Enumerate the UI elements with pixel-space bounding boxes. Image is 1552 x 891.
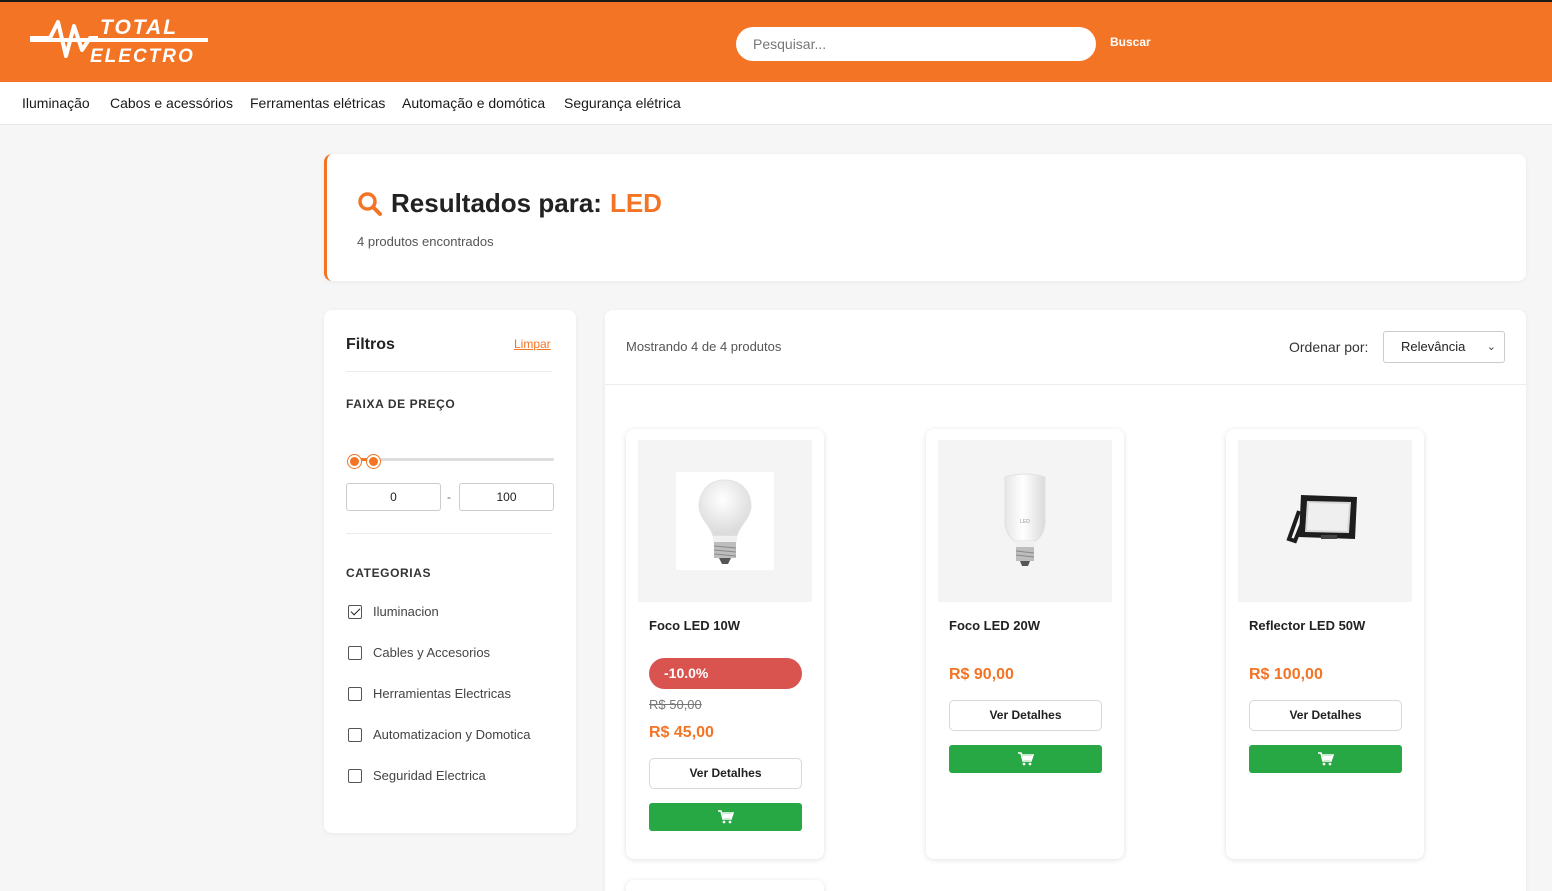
top-header: TOTAL ELECTRO Buscar <box>0 0 1552 82</box>
checkbox-checked[interactable] <box>348 604 362 619</box>
category-filter-automatizacion[interactable]: Automatizacion y Domotica <box>348 727 531 742</box>
product-name[interactable]: Foco LED 10W <box>649 618 740 633</box>
discount-badge: -10.0% <box>649 658 802 689</box>
add-to-cart-button[interactable] <box>649 803 802 831</box>
svg-text:TOTAL: TOTAL <box>100 16 178 39</box>
view-details-button[interactable]: Ver Detalhes <box>949 700 1102 731</box>
price-slider-max-handle[interactable] <box>367 455 380 468</box>
results-term: LED <box>609 188 662 218</box>
nav-item-seguranca[interactable]: Segurança elétrica <box>564 95 681 111</box>
search-icon <box>358 191 382 216</box>
product-image[interactable] <box>1238 440 1412 602</box>
search-button[interactable]: Buscar <box>1110 35 1151 49</box>
category-label: Cables y Accesorios <box>373 645 491 660</box>
price-slider-min-handle[interactable] <box>348 455 361 468</box>
category-filter-seguridad[interactable]: Seguridad Electrica <box>348 768 486 783</box>
product-card[interactable]: Foco LED 10W -10.0% R$ 50,00 R$ 45,00 Ve… <box>626 429 824 859</box>
checkbox[interactable] <box>348 727 362 742</box>
nav-item-iluminacao[interactable]: Iluminação <box>22 95 90 111</box>
clear-filters-link[interactable]: Limpar <box>514 337 551 351</box>
cart-icon <box>1317 752 1334 766</box>
price-separator: - <box>447 490 451 504</box>
product-card[interactable] <box>626 880 824 891</box>
results-label: Resultados para: <box>391 188 602 218</box>
view-details-button[interactable]: Ver Detalhes <box>649 758 802 789</box>
category-filter-iluminacion[interactable]: Iluminacion <box>348 604 439 619</box>
product-price: R$ 45,00 <box>649 724 714 741</box>
checkbox[interactable] <box>348 686 362 701</box>
price-min-input[interactable] <box>346 483 441 511</box>
bulb-image <box>698 479 752 564</box>
svg-text:LED: LED <box>1020 519 1030 525</box>
cart-icon <box>1017 752 1034 766</box>
product-name[interactable]: Foco LED 20W <box>949 618 1040 633</box>
product-price: R$ 90,00 <box>949 666 1014 683</box>
product-name[interactable]: Reflector LED 50W <box>1249 618 1365 633</box>
products-panel: Mostrando 4 de 4 produtos Ordenar por: R… <box>605 310 1526 891</box>
product-image[interactable]: LED <box>938 440 1112 602</box>
total-electro-logo[interactable]: TOTAL ELECTRO <box>28 12 210 66</box>
results-title: Resultados para: LED <box>357 188 662 219</box>
divider <box>605 384 1526 385</box>
nav-item-ferramentas[interactable]: Ferramentas elétricas <box>250 95 385 111</box>
chevron-down-icon: ⌄ <box>1486 341 1496 353</box>
category-label: Automatizacion y Domotica <box>373 727 531 742</box>
old-price: R$ 50,00 <box>649 697 702 712</box>
category-label: Seguridad Electrica <box>373 768 486 783</box>
floodlight-image <box>1286 495 1357 544</box>
nav-item-cabos[interactable]: Cabos e acessórios <box>110 95 233 111</box>
view-details-button[interactable]: Ver Detalhes <box>1249 700 1402 731</box>
sort-value: Relevância <box>1401 339 1466 354</box>
divider <box>346 533 552 534</box>
cart-icon <box>717 810 734 824</box>
sort-select[interactable]: Relevância ⌄ <box>1383 331 1505 363</box>
category-label: Iluminacion <box>373 604 439 619</box>
nav-item-automacao[interactable]: Automação e domótica <box>402 95 545 111</box>
category-label: Herramientas Electricas <box>373 686 511 701</box>
product-card[interactable]: Reflector LED 50W R$ 100,00 Ver Detalhes <box>1226 429 1424 859</box>
checkbox[interactable] <box>348 645 362 660</box>
sort-label: Ordenar por: <box>1289 339 1369 355</box>
product-card[interactable]: LED Foco LED 20W R$ 90,00 Ver Detalhes <box>926 429 1124 859</box>
product-image[interactable] <box>638 440 812 602</box>
category-filter-cables[interactable]: Cables y Accesorios <box>348 645 490 660</box>
filters-title: Filtros <box>346 336 395 353</box>
categories-title: CATEGORIAS <box>346 566 432 580</box>
results-count: 4 produtos encontrados <box>357 234 494 249</box>
product-price: R$ 100,00 <box>1249 666 1323 683</box>
divider <box>346 371 552 372</box>
category-filter-herramientas[interactable]: Herramientas Electricas <box>348 686 511 701</box>
filters-panel: Filtros Limpar FAIXA DE PREÇO - CATEGORI… <box>324 310 576 833</box>
add-to-cart-button[interactable] <box>949 745 1102 773</box>
bulb-image: LED <box>1004 473 1046 566</box>
price-range-title: FAIXA DE PREÇO <box>346 397 456 411</box>
checkbox[interactable] <box>348 768 362 783</box>
showing-count: Mostrando 4 de 4 produtos <box>626 339 782 354</box>
search-input[interactable] <box>736 27 1096 61</box>
category-nav: Iluminação Cabos e acessórios Ferramenta… <box>0 82 1552 125</box>
add-to-cart-button[interactable] <box>1249 745 1402 773</box>
results-header-card: Resultados para: LED 4 produtos encontra… <box>324 154 1526 281</box>
svg-text:ELECTRO: ELECTRO <box>90 46 195 66</box>
price-max-input[interactable] <box>459 483 554 511</box>
